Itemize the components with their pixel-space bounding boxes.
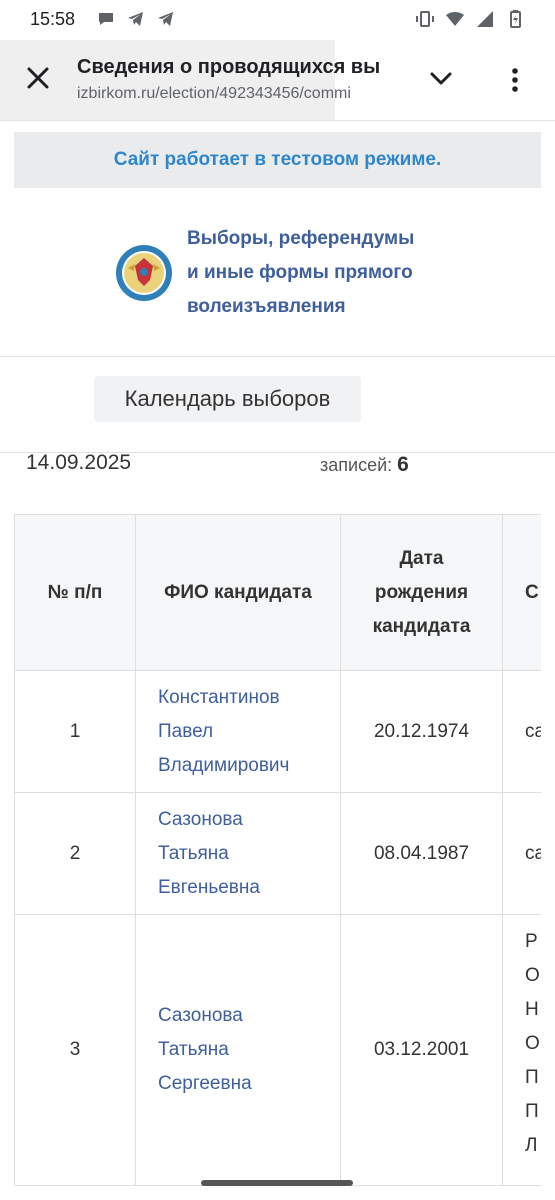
more-vert-icon[interactable] xyxy=(505,67,525,93)
name-line[interactable]: Павел xyxy=(158,715,340,749)
extra-line: О xyxy=(525,1033,540,1054)
header-dob-line: кандидата xyxy=(372,615,471,637)
election-date: 14.09.2025 xyxy=(26,451,132,474)
logo-line: и иные формы прямого xyxy=(187,262,413,283)
records-label: записей: xyxy=(320,455,393,475)
header-num: № п/п xyxy=(14,514,136,671)
page-url[interactable]: izbirkom.ru/election/492343456/commi xyxy=(77,85,399,103)
name-line[interactable]: Евгеньевна xyxy=(158,871,340,905)
page-title: Сведения о проводящихся вы xyxy=(77,56,381,78)
wifi-icon xyxy=(446,12,464,26)
system-icons xyxy=(415,9,525,29)
status-time: 15:58 xyxy=(30,9,76,29)
table-row: 3 Сазонова Татьяна Сергеевна 03.12.2001 … xyxy=(14,914,541,1186)
test-mode-banner: Сайт работает в тестовом режиме. xyxy=(14,132,541,188)
name-line[interactable]: Сазонова xyxy=(158,999,340,1033)
table-row: 2 Сазонова Татьяна Евгеньевна 08.04.1987… xyxy=(14,792,541,915)
table-row: 1 Константинов Павел Владимирович 20.12.… xyxy=(14,670,541,793)
extra-line: Л xyxy=(525,1135,538,1156)
cell-extra: са xyxy=(502,670,541,793)
cell-num: 3 xyxy=(14,914,136,1186)
home-indicator[interactable] xyxy=(201,1180,353,1186)
header-fio: ФИО кандидата xyxy=(135,514,341,671)
logo-line: волеизъявления xyxy=(187,296,346,317)
extra-line: П xyxy=(525,1067,539,1088)
vibrate-icon xyxy=(416,11,434,27)
candidates-table: № п/п ФИО кандидата Дата рождения кандид… xyxy=(14,514,541,1186)
chevron-down-icon[interactable] xyxy=(428,66,454,92)
records-count: записей: 6 xyxy=(320,453,409,477)
name-line[interactable]: Владимирович xyxy=(158,749,340,783)
name-line[interactable]: Константинов xyxy=(158,681,340,715)
cell-num: 1 xyxy=(14,670,136,793)
cell-extra: Р О Н О П П Л xyxy=(502,914,541,1186)
signal-icon xyxy=(477,11,493,27)
telegram-icon xyxy=(128,12,143,26)
cell-extra: са xyxy=(502,792,541,915)
extra-line: П xyxy=(525,1101,539,1122)
table-header-row: № п/п ФИО кандидата Дата рождения кандид… xyxy=(14,514,541,671)
battery-icon xyxy=(510,10,521,28)
name-line[interactable]: Сергеевна xyxy=(158,1067,340,1101)
status-bar: 15:58 xyxy=(0,0,555,40)
logo-text: Выборы, референдумы и иные формы прямого… xyxy=(187,222,467,324)
cell-dob: 08.04.1987 xyxy=(340,792,503,915)
extra-line: Р xyxy=(525,931,538,952)
extra-line: О xyxy=(525,965,540,986)
cell-num: 2 xyxy=(14,792,136,915)
chat-bubble-icon xyxy=(99,13,113,25)
candidates-table-container[interactable]: № п/п ФИО кандидата Дата рождения кандид… xyxy=(14,514,541,1200)
browser-toolbar: Сведения о проводящихся вы izbirkom.ru/e… xyxy=(0,40,555,121)
election-calendar-button[interactable]: Календарь выборов xyxy=(94,376,361,422)
site-logo[interactable]: Выборы, референдумы и иные формы прямого… xyxy=(115,222,445,332)
header-dob-line: рождения xyxy=(374,581,469,603)
candidate-name-link[interactable]: Сазонова Татьяна Евгеньевна xyxy=(135,792,341,915)
header-dob: Дата рождения кандидата xyxy=(340,514,503,671)
extra-line: Н xyxy=(525,999,539,1020)
name-line[interactable]: Сазонова xyxy=(158,803,340,837)
close-icon[interactable] xyxy=(24,64,52,92)
candidate-name-link[interactable]: Константинов Павел Владимирович xyxy=(135,670,341,793)
header-extra: С xyxy=(502,514,541,671)
emblem-icon xyxy=(116,245,172,301)
name-line[interactable]: Татьяна xyxy=(158,1033,340,1067)
cell-dob: 03.12.2001 xyxy=(340,914,503,1186)
records-number: 6 xyxy=(397,453,409,476)
cell-dob: 20.12.1974 xyxy=(340,670,503,793)
divider xyxy=(0,356,555,357)
telegram-icon xyxy=(158,12,173,26)
header-dob-line: Дата xyxy=(399,547,444,569)
notification-icons xyxy=(96,9,176,29)
name-line[interactable]: Татьяна xyxy=(158,837,340,871)
logo-line: Выборы, референдумы xyxy=(187,228,415,249)
candidate-name-link[interactable]: Сазонова Татьяна Сергеевна xyxy=(135,914,341,1186)
